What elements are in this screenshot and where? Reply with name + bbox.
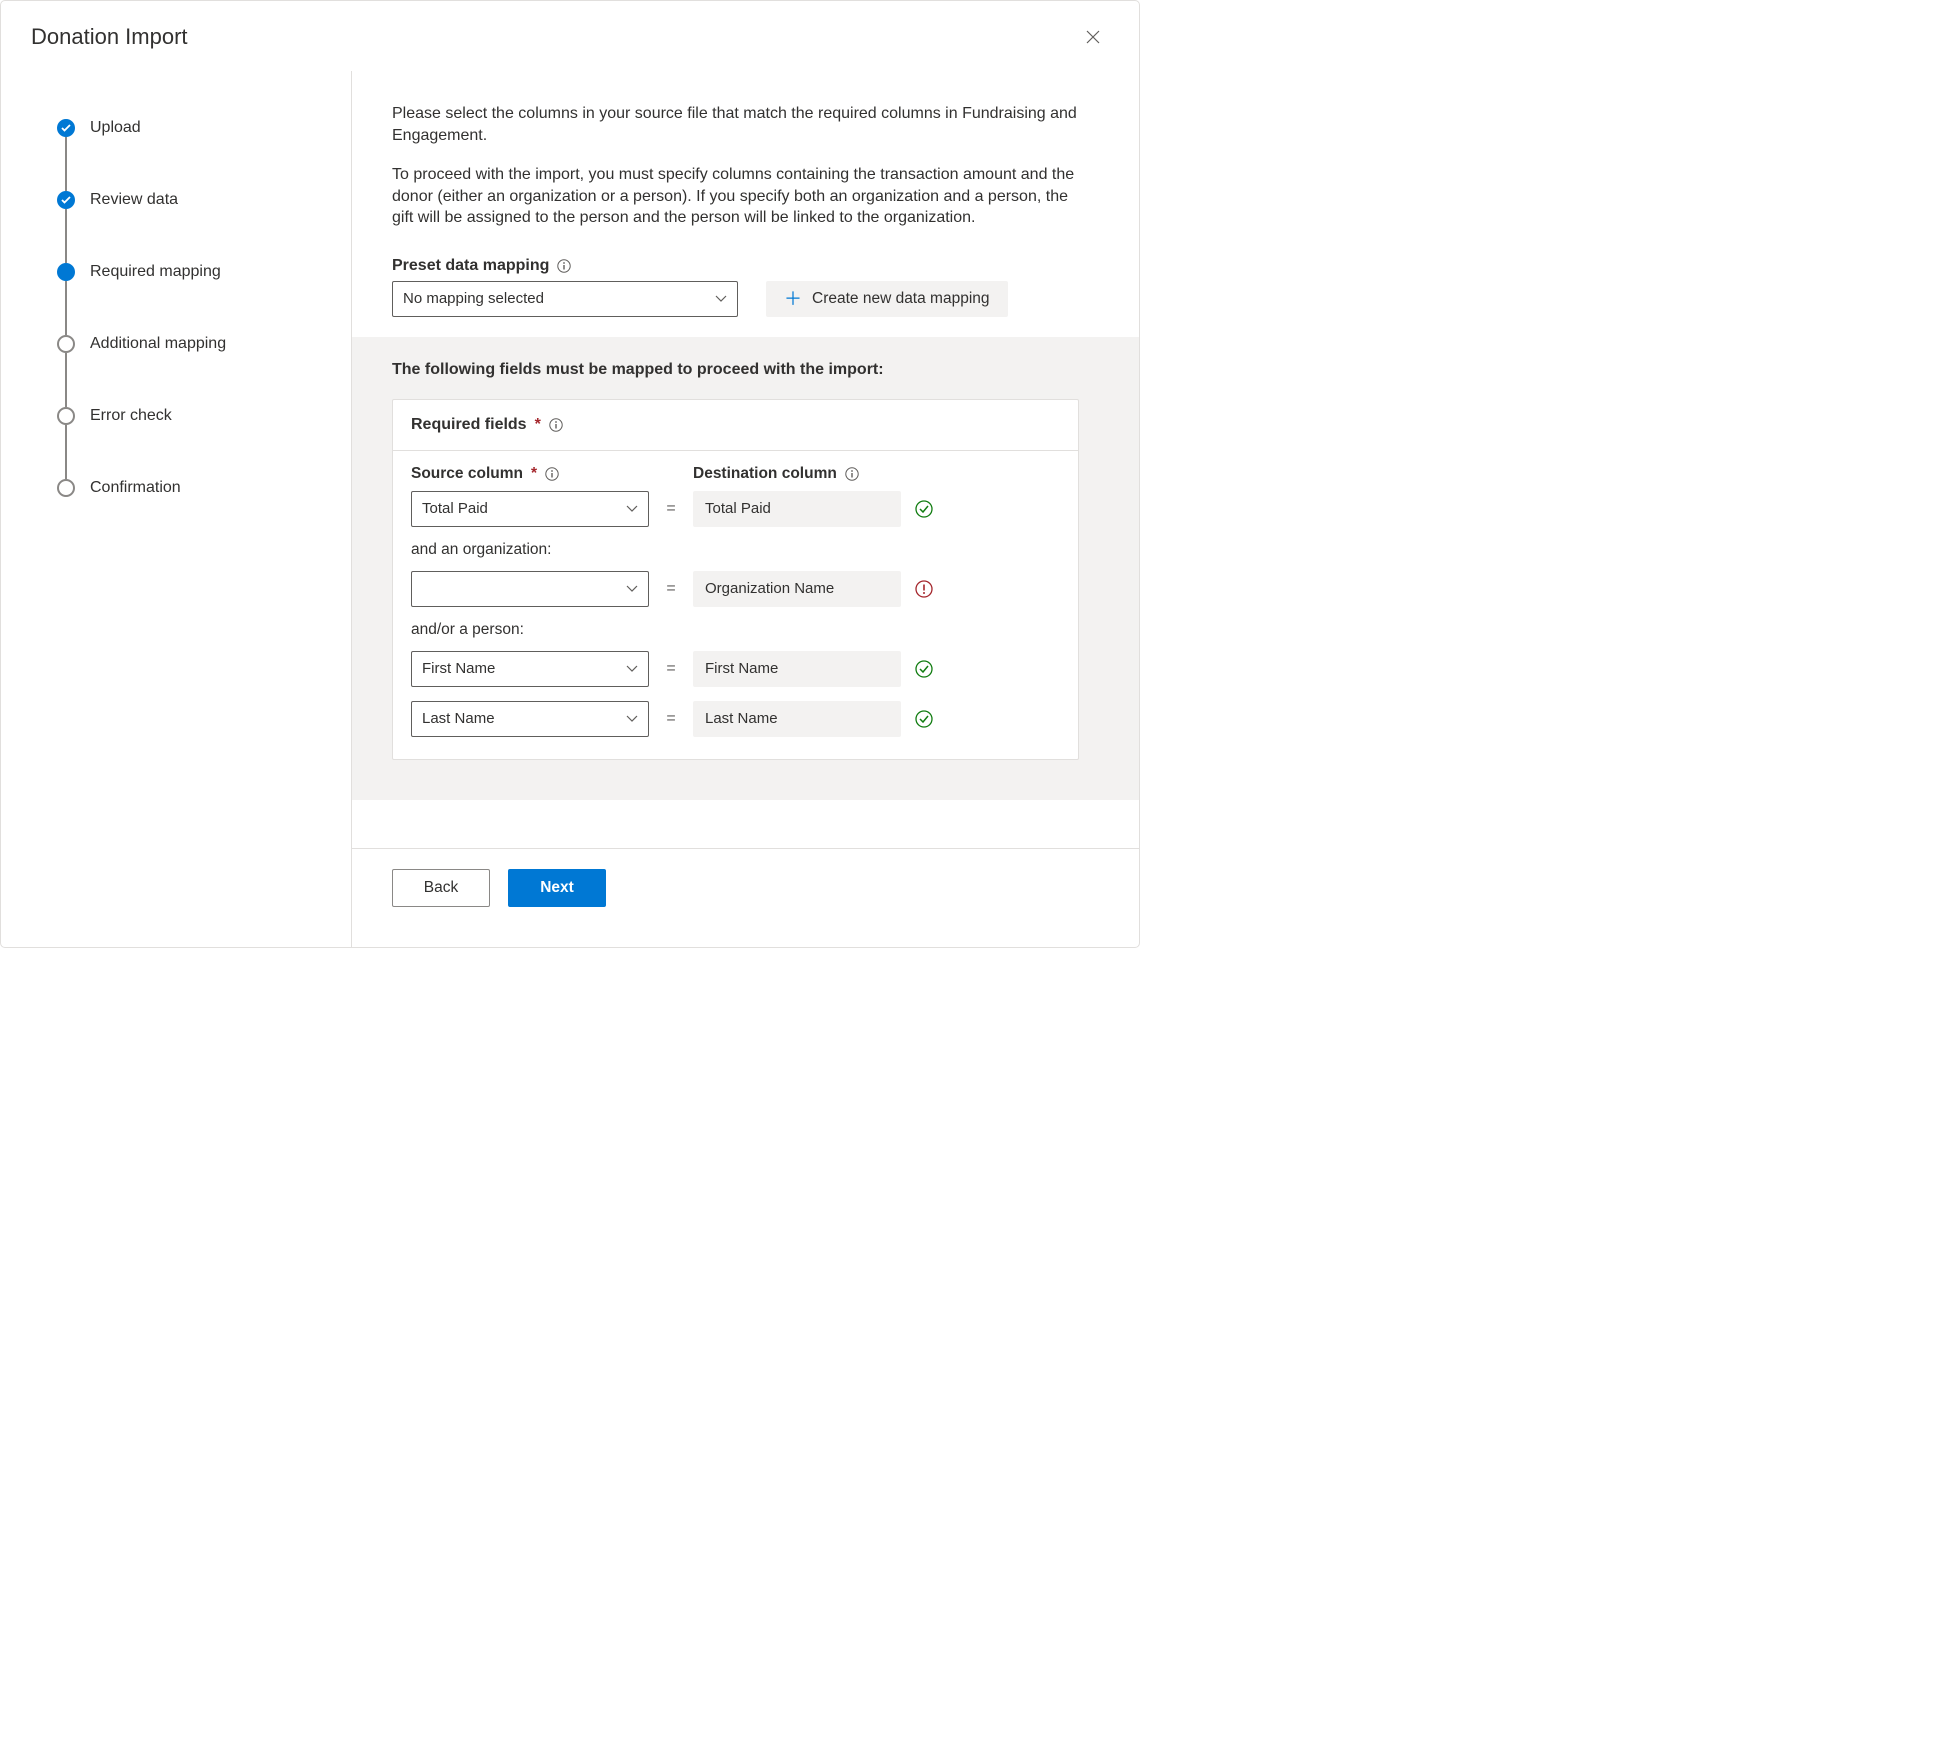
mapping-row-first-name: First Name = First Name — [411, 651, 1060, 687]
source-column-header: Source column — [411, 465, 523, 483]
pending-step-icon — [57, 479, 75, 497]
step-connector — [65, 137, 67, 191]
step-label: Confirmation — [90, 479, 181, 497]
source-dropdown-organization[interactable] — [411, 571, 649, 607]
step-additional-mapping[interactable]: Additional mapping — [57, 335, 311, 353]
required-fields-card: Required fields * Source column * — [392, 399, 1079, 760]
create-new-mapping-button[interactable]: ＋ Create new data mapping — [766, 281, 1008, 317]
dropdown-value: Total Paid — [422, 500, 488, 517]
status-ok-icon — [915, 660, 933, 678]
step-list: Upload Review data Required mapping — [57, 119, 311, 497]
required-fields-title: Required fields — [411, 416, 527, 434]
equals-icon: = — [649, 710, 693, 728]
destination-last-name: Last Name — [693, 701, 901, 737]
info-icon[interactable] — [557, 259, 571, 273]
main-content: Please select the columns in your source… — [352, 71, 1139, 947]
close-icon — [1086, 30, 1100, 44]
step-connector — [65, 353, 67, 407]
info-icon[interactable] — [545, 467, 559, 481]
required-fields-body: Source column * Destination column — [393, 451, 1078, 759]
step-connector — [65, 281, 67, 335]
info-icon[interactable] — [845, 467, 859, 481]
chevron-down-icon — [626, 715, 638, 723]
chevron-down-icon — [715, 295, 727, 303]
panel-body: Upload Review data Required mapping — [1, 71, 1139, 947]
andor-person-label: and/or a person: — [411, 621, 1060, 639]
and-organization-label: and an organization: — [411, 541, 1060, 559]
destination-total-paid: Total Paid — [693, 491, 901, 527]
status-ok-icon — [915, 710, 933, 728]
preset-row: Preset data mapping No mapping selected … — [392, 257, 1079, 317]
mapping-heading: The following fields must be mapped to p… — [392, 361, 1079, 379]
status-error-icon — [915, 580, 933, 598]
step-review-data[interactable]: Review data — [57, 191, 311, 209]
close-button[interactable] — [1077, 21, 1109, 53]
step-connector — [65, 425, 67, 479]
source-dropdown-total-paid[interactable]: Total Paid — [411, 491, 649, 527]
destination-first-name: First Name — [693, 651, 901, 687]
pending-step-icon — [57, 407, 75, 425]
dropdown-value: First Name — [422, 660, 495, 677]
source-dropdown-first-name[interactable]: First Name — [411, 651, 649, 687]
chevron-down-icon — [626, 505, 638, 513]
step-confirmation[interactable]: Confirmation — [57, 479, 311, 497]
mapping-row-total-paid: Total Paid = Total Paid — [411, 491, 1060, 527]
step-required-mapping[interactable]: Required mapping — [57, 263, 311, 281]
checkmark-icon — [57, 119, 75, 137]
mapping-block: The following fields must be mapped to p… — [352, 337, 1139, 800]
step-label: Review data — [90, 191, 178, 209]
step-upload[interactable]: Upload — [57, 119, 311, 137]
next-button[interactable]: Next — [508, 869, 606, 907]
footer-actions: Back Next — [352, 848, 1139, 947]
required-fields-header: Required fields * — [393, 400, 1078, 451]
step-connector — [65, 209, 67, 263]
chevron-down-icon — [626, 665, 638, 673]
required-asterisk: * — [535, 416, 541, 434]
info-icon[interactable] — [549, 418, 563, 432]
equals-icon: = — [649, 660, 693, 678]
intro-text: Please select the columns in your source… — [392, 103, 1079, 229]
preset-label-text: Preset data mapping — [392, 257, 549, 275]
equals-icon: = — [649, 580, 693, 598]
chevron-down-icon — [626, 585, 638, 593]
back-button[interactable]: Back — [392, 869, 490, 907]
mapping-row-organization: = Organization Name — [411, 571, 1060, 607]
pending-step-icon — [57, 335, 75, 353]
intro-paragraph-1: Please select the columns in your source… — [392, 103, 1079, 146]
create-mapping-label: Create new data mapping — [812, 290, 990, 308]
equals-icon: = — [649, 500, 693, 518]
dropdown-value: No mapping selected — [403, 290, 544, 307]
column-headers: Source column * Destination column — [411, 465, 1060, 483]
step-label: Required mapping — [90, 263, 221, 281]
destination-column-header: Destination column — [693, 465, 837, 483]
content-area: Please select the columns in your source… — [352, 71, 1139, 800]
current-step-icon — [57, 263, 75, 281]
required-asterisk: * — [531, 465, 537, 483]
intro-paragraph-2: To proceed with the import, you must spe… — [392, 164, 1079, 229]
mapping-row-last-name: Last Name = Last Name — [411, 701, 1060, 737]
status-ok-icon — [915, 500, 933, 518]
step-label: Error check — [90, 407, 172, 425]
step-label: Additional mapping — [90, 335, 226, 353]
plus-icon: ＋ — [784, 290, 802, 308]
preset-label: Preset data mapping — [392, 257, 738, 275]
step-label: Upload — [90, 119, 141, 137]
checkmark-icon — [57, 191, 75, 209]
source-dropdown-last-name[interactable]: Last Name — [411, 701, 649, 737]
dropdown-value: Last Name — [422, 710, 495, 727]
destination-organization: Organization Name — [693, 571, 901, 607]
wizard-sidebar: Upload Review data Required mapping — [1, 71, 352, 947]
panel-title: Donation Import — [31, 24, 188, 50]
dialog-panel: Donation Import Upload Review data — [0, 0, 1140, 948]
preset-mapping-dropdown[interactable]: No mapping selected — [392, 281, 738, 317]
panel-header: Donation Import — [1, 1, 1139, 71]
step-error-check[interactable]: Error check — [57, 407, 311, 425]
